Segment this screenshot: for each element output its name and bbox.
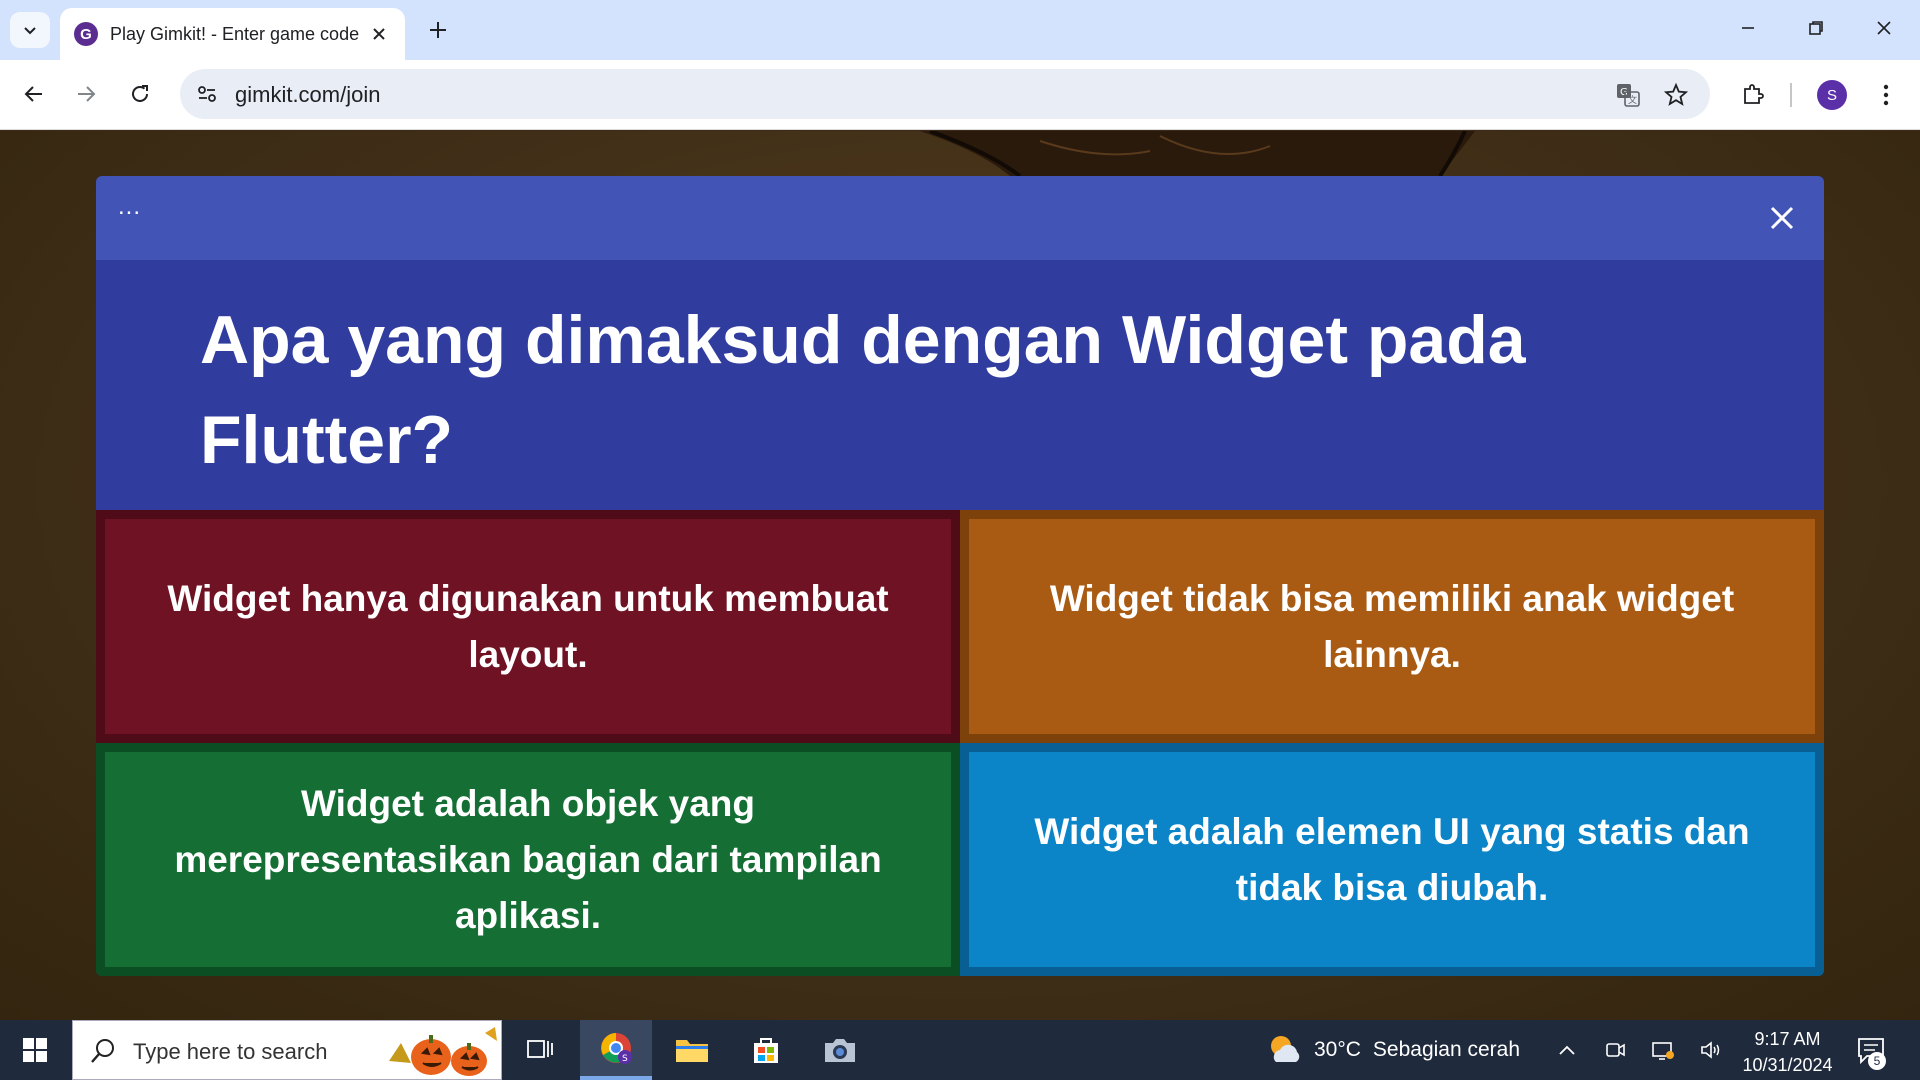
toolbar-divider: [1790, 83, 1792, 107]
url-text: gimkit.com/join: [235, 82, 381, 107]
close-icon: [373, 28, 385, 40]
arrow-right-icon: [78, 86, 96, 102]
modal-menu-button[interactable]: ...: [118, 195, 158, 226]
new-tab-button[interactable]: [422, 14, 454, 46]
partly-sunny-icon: [1271, 1036, 1300, 1062]
svg-text:文: 文: [1628, 94, 1637, 106]
extensions-button[interactable]: [1735, 77, 1771, 113]
puzzle-icon: [1744, 84, 1764, 104]
weather-description: Sebagian cerah: [1372, 1038, 1521, 1061]
start-button[interactable]: [14, 1032, 56, 1068]
address-bar[interactable]: gimkit.com/join G文: [180, 69, 1710, 119]
search-icon: [91, 1039, 114, 1063]
forward-button[interactable]: [68, 76, 104, 112]
answer-text: Widget tidak bisa memiliki anak widget l…: [1049, 577, 1735, 675]
browser-tab-bar: G Play Gimkit! - Enter game code: [0, 0, 1920, 60]
back-button[interactable]: [16, 76, 52, 112]
answer-text: Widget adalah objek yang merepresentasik…: [174, 782, 882, 936]
camera-icon: [825, 1039, 855, 1062]
reload-icon: [132, 85, 148, 102]
task-view-button[interactable]: [504, 1020, 576, 1080]
restore-button[interactable]: [1790, 8, 1842, 48]
minimize-button[interactable]: [1722, 8, 1774, 48]
answer-option-2[interactable]: Widget tidak bisa memiliki anak widget l…: [960, 510, 1824, 743]
meet-now-button[interactable]: [1601, 1036, 1629, 1064]
chevron-down-icon: [24, 27, 36, 35]
volume-button[interactable]: [1697, 1036, 1725, 1064]
translate-button[interactable]: G文: [1613, 80, 1643, 110]
site-settings-icon[interactable]: [194, 81, 220, 107]
browser-menu-button[interactable]: [1868, 77, 1904, 113]
taskbar-search-box[interactable]: Type here to search: [72, 1020, 502, 1080]
modal-header: ...: [96, 176, 1824, 260]
weather-widget[interactable]: 30°C Sebagian cerah: [1266, 1030, 1520, 1070]
answer-text: Widget adalah elemen UI yang statis dan …: [1034, 810, 1750, 908]
plus-icon: [430, 22, 446, 38]
taskbar-file-explorer[interactable]: [656, 1020, 728, 1080]
more-vertical-icon: [1883, 84, 1889, 106]
clock-date: 10/31/2024: [1742, 1055, 1833, 1075]
restore-icon: [1809, 21, 1823, 35]
tab-title: Play Gimkit! - Enter game code: [110, 23, 360, 44]
question-modal: ... Apa yang dimaksud dengan Widget pada…: [96, 176, 1824, 976]
halloween-pumpkin-icon: [389, 1027, 497, 1076]
profile-avatar[interactable]: S: [1817, 80, 1847, 110]
weather-temperature: 30°C: [1314, 1038, 1361, 1061]
microsoft-store-icon: [754, 1038, 778, 1063]
taskbar-chrome[interactable]: S: [580, 1020, 652, 1080]
notification-count-badge: 5: [1868, 1052, 1886, 1070]
system-clock[interactable]: 9:17 AM 10/31/2024: [1730, 1026, 1845, 1078]
arrow-left-icon: [24, 86, 42, 102]
window-close-button[interactable]: [1858, 8, 1910, 48]
tab-close-button[interactable]: [367, 22, 391, 46]
answer-text: Widget hanya digunakan untuk membuat lay…: [167, 577, 889, 675]
question-text: Apa yang dimaksud dengan Widget pada Flu…: [200, 302, 1526, 478]
video-call-icon: [1606, 1043, 1625, 1057]
taskbar-microsoft-store[interactable]: [730, 1020, 802, 1080]
answer-option-4[interactable]: Widget adalah elemen UI yang statis dan …: [960, 743, 1824, 976]
search-placeholder: Type here to search: [133, 1039, 328, 1064]
question-area: Apa yang dimaksud dengan Widget pada Flu…: [96, 260, 1824, 510]
star-icon: [1664, 83, 1688, 106]
windows-taskbar: Type here to search S 30°C Sebagian cera…: [0, 1020, 1920, 1080]
network-button[interactable]: [1649, 1036, 1677, 1064]
background-illustration: [920, 131, 1475, 176]
clock-time: 9:17 AM: [1754, 1029, 1821, 1049]
browser-tab[interactable]: G Play Gimkit! - Enter game code: [60, 8, 405, 60]
reload-button[interactable]: [122, 76, 158, 112]
translate-icon: G文: [1617, 84, 1640, 107]
gimkit-favicon-icon: G: [74, 22, 98, 46]
svg-text:S: S: [622, 1054, 628, 1064]
close-icon: [1877, 21, 1891, 35]
close-icon: [1770, 206, 1794, 230]
chrome-icon: S: [601, 1033, 632, 1064]
tab-search-button[interactable]: [10, 12, 50, 48]
task-view-icon: [527, 1040, 553, 1058]
chevron-up-icon: [1559, 1045, 1575, 1055]
file-explorer-icon: [676, 1040, 708, 1062]
network-icon: [1652, 1042, 1674, 1060]
windows-logo-icon: [23, 1038, 47, 1062]
bookmark-button[interactable]: [1661, 80, 1691, 110]
modal-close-button[interactable]: [1764, 200, 1800, 236]
show-hidden-icons-button[interactable]: [1553, 1036, 1581, 1064]
minimize-icon: [1742, 27, 1754, 29]
taskbar-camera[interactable]: [804, 1020, 876, 1080]
browser-toolbar: gimkit.com/join G文 S: [0, 60, 1920, 130]
answer-option-3[interactable]: Widget adalah objek yang merepresentasik…: [96, 743, 960, 976]
answer-option-1[interactable]: Widget hanya digunakan untuk membuat lay…: [96, 510, 960, 743]
speaker-icon: [1701, 1041, 1720, 1059]
